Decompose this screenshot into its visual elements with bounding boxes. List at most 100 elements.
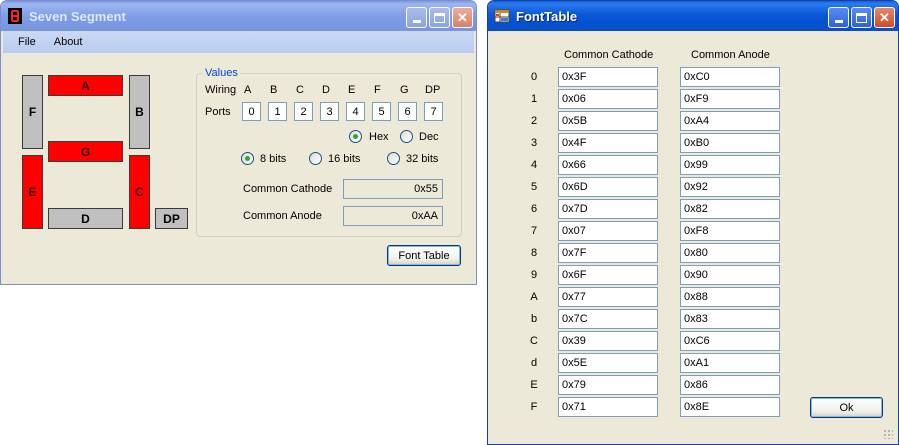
- anode-value-field[interactable]: 0x99: [680, 155, 780, 175]
- row-label: 0: [530, 71, 538, 83]
- close-button[interactable]: ✕: [452, 7, 473, 28]
- minimize-button[interactable]: [828, 7, 849, 28]
- bits-32-label[interactable]: 32 bits: [406, 153, 438, 165]
- anode-value-field[interactable]: 0xF9: [680, 89, 780, 109]
- port-input-4[interactable]: 4: [346, 102, 365, 121]
- common-anode-value: 0xAA: [343, 206, 443, 226]
- seven-segment-window: Seven Segment ✕ File About A F B G E C D…: [0, 0, 477, 285]
- maximize-icon: [434, 12, 445, 23]
- cathode-value-field[interactable]: 0x79: [558, 375, 658, 395]
- dec-radio[interactable]: [400, 130, 413, 143]
- menu-file[interactable]: File: [9, 36, 45, 48]
- row-label: 8: [530, 247, 538, 259]
- row-label: E: [530, 379, 538, 391]
- bits-16-label[interactable]: 16 bits: [328, 153, 360, 165]
- anode-value-field[interactable]: 0x80: [680, 243, 780, 263]
- values-group-title: Values: [203, 67, 240, 79]
- cathode-value-field[interactable]: 0x6F: [558, 265, 658, 285]
- anode-value-field[interactable]: 0xA1: [680, 353, 780, 373]
- seven-segment-digit-icon: [8, 8, 22, 24]
- cathode-value-field[interactable]: 0x7F: [558, 243, 658, 263]
- port-input-0[interactable]: 0: [242, 102, 261, 121]
- anode-value-field[interactable]: 0x90: [680, 265, 780, 285]
- cathode-value-field[interactable]: 0x7D: [558, 199, 658, 219]
- maximize-button[interactable]: [851, 7, 872, 28]
- cathode-value-field[interactable]: 0x06: [558, 89, 658, 109]
- cathode-value-field[interactable]: 0x4F: [558, 133, 658, 153]
- dec-radio-label[interactable]: Dec: [419, 131, 439, 143]
- anode-value-field[interactable]: 0x88: [680, 287, 780, 307]
- cathode-value-field[interactable]: 0x71: [558, 397, 658, 417]
- segment-d[interactable]: D: [48, 208, 123, 229]
- bits-8-label[interactable]: 8 bits: [260, 153, 286, 165]
- anode-value-field[interactable]: 0x92: [680, 177, 780, 197]
- close-button[interactable]: ✕: [874, 7, 895, 28]
- wiring-label: Wiring: [205, 84, 237, 96]
- cathode-value-field[interactable]: 0x77: [558, 287, 658, 307]
- segment-g[interactable]: G: [48, 141, 123, 162]
- anode-value-field[interactable]: 0xF8: [680, 221, 780, 241]
- cathode-value-field[interactable]: 0x66: [558, 155, 658, 175]
- cathode-value-field[interactable]: 0x07: [558, 221, 658, 241]
- cathode-value-field[interactable]: 0x7C: [558, 309, 658, 329]
- anode-value-field[interactable]: 0x8E: [680, 397, 780, 417]
- port-input-6[interactable]: 6: [398, 102, 417, 121]
- maximize-icon: [856, 12, 867, 23]
- anode-value-field[interactable]: 0xC0: [680, 67, 780, 87]
- wiring-d: D: [322, 84, 330, 96]
- font-table-titlebar[interactable]: FontTable ✕: [488, 1, 898, 31]
- cathode-value-field[interactable]: 0x5B: [558, 111, 658, 131]
- row-label: 7: [530, 225, 538, 237]
- common-anode-label: Common Anode: [243, 210, 322, 222]
- segment-f[interactable]: F: [22, 75, 43, 149]
- segment-a[interactable]: A: [48, 75, 123, 96]
- cathode-value-field[interactable]: 0x39: [558, 331, 658, 351]
- segment-e[interactable]: E: [22, 155, 43, 229]
- font-table-client: Common Cathode Common Anode 0 0x3F 0xC0 1 0x…: [490, 31, 896, 442]
- minimize-button[interactable]: [406, 7, 427, 28]
- row-label: 5: [530, 181, 538, 193]
- cathode-value-field[interactable]: 0x3F: [558, 67, 658, 87]
- ports-label: Ports: [205, 106, 231, 118]
- menu-bar: File About: [3, 31, 474, 53]
- font-table-button[interactable]: Font Table: [387, 245, 461, 266]
- seven-segment-titlebar[interactable]: Seven Segment ✕: [1, 1, 476, 31]
- wiring-c: C: [296, 84, 304, 96]
- anode-value-field[interactable]: 0xB0: [680, 133, 780, 153]
- wiring-g: G: [400, 84, 409, 96]
- maximize-button[interactable]: [429, 7, 450, 28]
- anode-value-field[interactable]: 0xA4: [680, 111, 780, 131]
- anode-value-field[interactable]: 0x86: [680, 375, 780, 395]
- port-input-7[interactable]: 7: [424, 102, 443, 121]
- hex-radio-label[interactable]: Hex: [369, 131, 389, 143]
- port-input-1[interactable]: 1: [268, 102, 287, 121]
- anode-value-field[interactable]: 0xC6: [680, 331, 780, 351]
- hex-radio[interactable]: [349, 130, 362, 143]
- close-icon: ✕: [457, 9, 468, 25]
- row-label: 6: [530, 203, 538, 215]
- wiring-a: A: [244, 84, 252, 96]
- port-input-5[interactable]: 5: [372, 102, 391, 121]
- cathode-value-field[interactable]: 0x5E: [558, 353, 658, 373]
- segment-dp[interactable]: DP: [155, 208, 188, 229]
- minimize-icon: [412, 20, 421, 23]
- wiring-dp: DP: [425, 84, 441, 96]
- bits-16-radio[interactable]: [309, 152, 322, 165]
- row-label: F: [530, 401, 538, 413]
- common-cathode-label: Common Cathode: [243, 183, 333, 195]
- row-label: C: [530, 335, 538, 347]
- segment-c[interactable]: C: [129, 155, 150, 229]
- resize-grip[interactable]: [883, 429, 893, 439]
- window-title: FontTable: [516, 8, 578, 24]
- window-title: Seven Segment: [29, 8, 126, 24]
- ok-button[interactable]: Ok: [810, 397, 883, 418]
- cathode-value-field[interactable]: 0x6D: [558, 177, 658, 197]
- menu-about[interactable]: About: [45, 36, 92, 48]
- anode-value-field[interactable]: 0x83: [680, 309, 780, 329]
- bits-32-radio[interactable]: [387, 152, 400, 165]
- anode-value-field[interactable]: 0x82: [680, 199, 780, 219]
- segment-b[interactable]: B: [129, 75, 150, 149]
- port-input-2[interactable]: 2: [294, 102, 313, 121]
- bits-8-radio[interactable]: [241, 152, 254, 165]
- port-input-3[interactable]: 3: [320, 102, 339, 121]
